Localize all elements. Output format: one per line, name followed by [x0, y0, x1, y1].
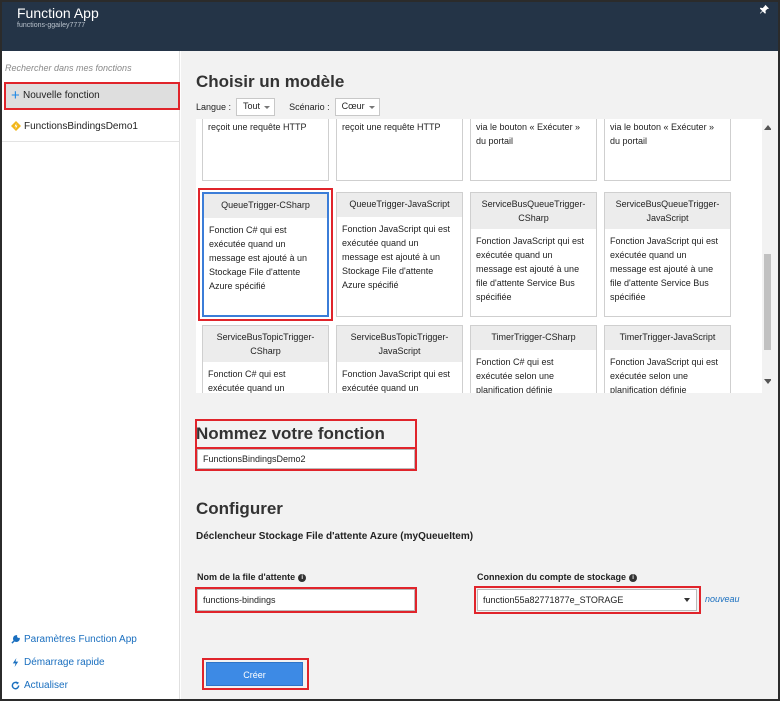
template-title: ServiceBusTopicTrigger-JavaScript: [337, 326, 462, 362]
template-description: Fonction JavaScript qui est exécutée qua…: [342, 224, 451, 290]
template-description: reçoit une requête HTTP: [342, 122, 441, 132]
template-description: Fonction JavaScript qui est exécutée qua…: [342, 369, 451, 393]
new-connection-link[interactable]: nouveau: [705, 594, 740, 604]
wrench-icon: [11, 635, 20, 644]
function-name-label: FunctionsBindingsDemo1: [24, 121, 138, 132]
main-panel: Choisir un modèle Langue : Tout Scénario…: [181, 51, 778, 699]
template-card[interactable]: TimerTrigger-JavaScript Fonction JavaScr…: [604, 325, 731, 393]
template-title: TimerTrigger-CSharp: [471, 326, 596, 350]
language-label: Langue :: [196, 102, 232, 112]
refresh-link-label: Actualiser: [24, 680, 68, 691]
choose-template-title: Choisir un modèle: [196, 72, 345, 91]
sidebar-item-function[interactable]: FunctionsBindingsDemo1: [2, 114, 179, 142]
trigger-heading: Déclencheur Stockage File d'attente Azur…: [196, 531, 474, 542]
template-description: reçoit une requête HTTP: [208, 122, 307, 132]
pin-icon[interactable]: [759, 4, 770, 18]
app-subtitle: functions-ggailey7777: [17, 22, 86, 29]
template-title: QueueTrigger-JavaScript: [337, 193, 462, 217]
queue-name-label-wrap: Nom de la file d'attente i: [197, 572, 307, 582]
template-card-selected[interactable]: QueueTrigger-CSharp Fonction C# qui est …: [198, 188, 333, 321]
template-description: Fonction JavaScript qui est exécutée qua…: [476, 236, 585, 302]
template-card[interactable]: ServiceBusTopicTrigger-JavaScript Foncti…: [336, 325, 463, 393]
template-card[interactable]: reçoit une requête HTTP: [202, 119, 329, 181]
search-input[interactable]: Rechercher dans mes fonctions: [5, 63, 132, 73]
scenario-dropdown[interactable]: Cœur: [334, 98, 380, 116]
info-icon[interactable]: i: [298, 574, 307, 582]
language-dropdown[interactable]: Tout: [236, 98, 276, 116]
template-card[interactable]: ServiceBusQueueTrigger-JavaScript Foncti…: [604, 192, 731, 317]
settings-link-label: Paramètres Function App: [24, 634, 137, 645]
template-description: via le bouton « Exécuter » du portail: [476, 122, 581, 146]
storage-conn-value: function55a82771877e_STORAGE: [483, 595, 624, 605]
storage-conn-label: Connexion du compte de stockage: [477, 572, 627, 582]
template-card[interactable]: ServiceBusQueueTrigger-CSharp Fonction J…: [470, 192, 597, 317]
chevron-down-icon: [684, 598, 690, 602]
configure-title: Configurer: [196, 499, 283, 518]
template-title: ServiceBusQueueTrigger-CSharp: [471, 193, 596, 229]
template-card[interactable]: via le bouton « Exécuter » du portail: [604, 119, 731, 181]
function-name-input[interactable]: FunctionsBindingsDemo2: [197, 449, 415, 469]
function-app-window: Function App functions-ggailey7777 Reche…: [0, 0, 780, 701]
function-app-settings-link[interactable]: Paramètres Function App: [11, 634, 137, 645]
name-section-title: Nommez votre fonction: [196, 424, 385, 443]
new-function-button[interactable]: + Nouvelle fonction: [4, 82, 180, 110]
queue-name-label: Nom de la file d'attente: [197, 572, 296, 582]
bolt-icon: [12, 658, 19, 667]
scroll-thumb[interactable]: [764, 254, 771, 350]
template-card[interactable]: TimerTrigger-CSharp Fonction C# qui est …: [470, 325, 597, 393]
create-button[interactable]: Créer: [206, 662, 303, 686]
refresh-icon: [11, 681, 20, 690]
quickstart-link[interactable]: Démarrage rapide: [11, 657, 105, 668]
template-description: Fonction C# qui est exécutée selon une p…: [476, 357, 555, 393]
scenario-label: Scénario :: [289, 102, 330, 112]
template-description: Fonction C# qui est exécutée quand un: [208, 369, 286, 393]
quickstart-link-label: Démarrage rapide: [24, 657, 105, 668]
template-grid: reçoit une requête HTTP reçoit une requê…: [196, 119, 771, 393]
scroll-down-icon[interactable]: [764, 379, 771, 384]
template-card[interactable]: reçoit une requête HTTP: [336, 119, 463, 181]
app-title: Function App: [17, 5, 99, 21]
template-description: Fonction JavaScript qui est exécutée sel…: [610, 357, 719, 393]
storage-conn-select[interactable]: function55a82771877e_STORAGE: [477, 589, 697, 611]
template-filters: Langue : Tout Scénario : Cœur: [196, 98, 380, 116]
new-function-label: Nouvelle fonction: [23, 90, 100, 101]
template-card[interactable]: ServiceBusTopicTrigger-CSharp Fonction C…: [202, 325, 329, 393]
template-title: QueueTrigger-CSharp: [204, 194, 327, 218]
refresh-link[interactable]: Actualiser: [11, 680, 68, 691]
template-scrollbar[interactable]: [762, 119, 771, 393]
storage-conn-label-wrap: Connexion du compte de stockage i: [477, 572, 638, 582]
queue-name-input[interactable]: functions-bindings: [197, 589, 415, 611]
scroll-up-icon[interactable]: [764, 125, 771, 130]
template-card[interactable]: QueueTrigger-JavaScript Fonction JavaScr…: [336, 192, 463, 317]
template-title: ServiceBusQueueTrigger-JavaScript: [605, 193, 730, 229]
template-title: TimerTrigger-JavaScript: [605, 326, 730, 350]
info-icon[interactable]: i: [629, 574, 638, 582]
template-card[interactable]: via le bouton « Exécuter » du portail: [470, 119, 597, 181]
template-description: Fonction C# qui est exécutée quand un me…: [209, 225, 308, 291]
template-title: ServiceBusTopicTrigger-CSharp: [203, 326, 328, 362]
template-description: Fonction JavaScript qui est exécutée qua…: [610, 236, 719, 302]
plus-icon: +: [11, 87, 20, 104]
sidebar: Rechercher dans mes fonctions + Nouvelle…: [2, 51, 180, 699]
app-header: Function App functions-ggailey7777: [2, 2, 778, 51]
function-bolt-icon: [11, 121, 21, 131]
template-description: via le bouton « Exécuter » du portail: [610, 122, 715, 146]
